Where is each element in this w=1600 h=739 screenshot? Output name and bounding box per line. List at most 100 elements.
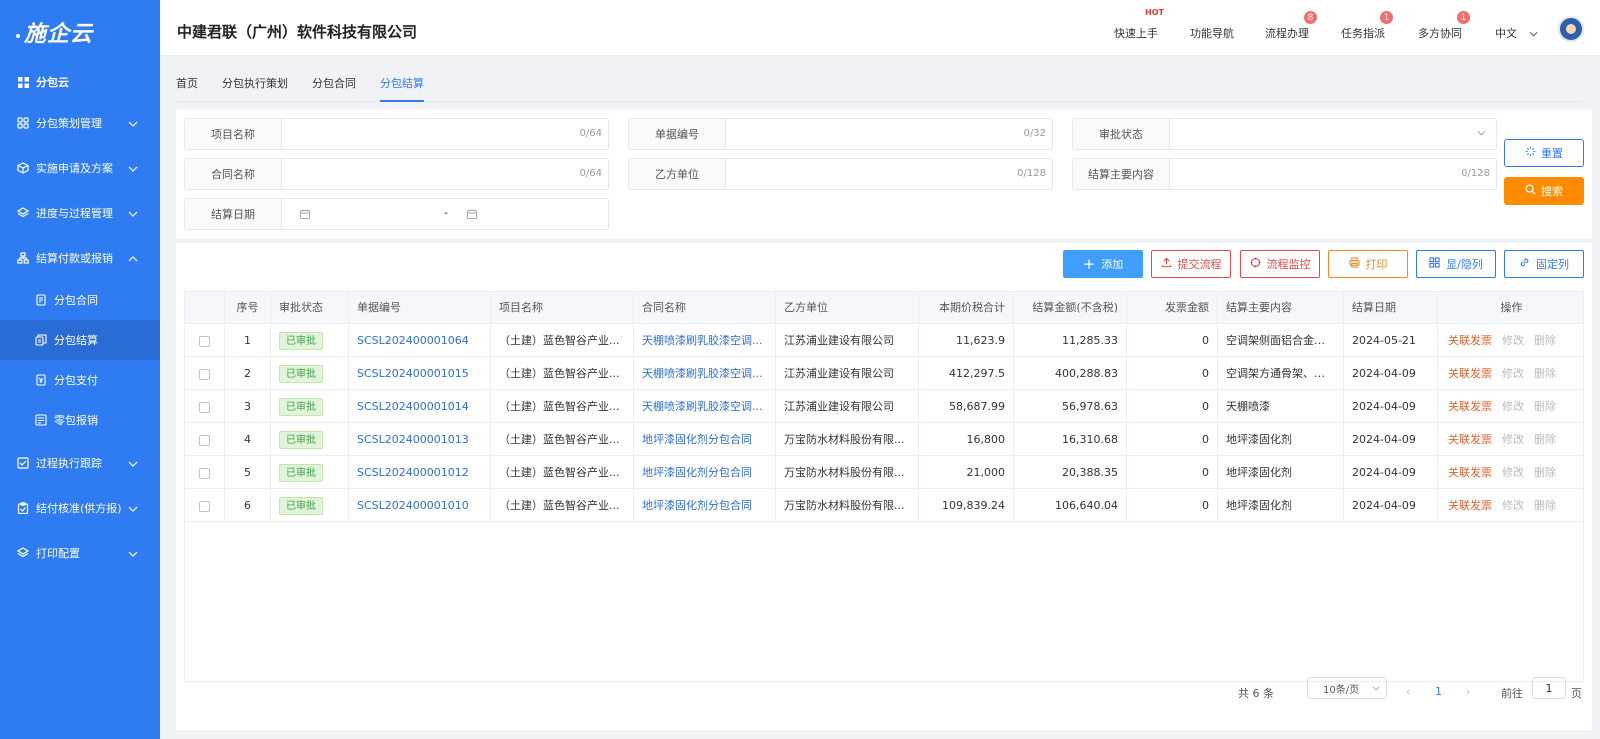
cell-doc[interactable]: SCSL202400001013 [349,423,491,456]
cell-doc[interactable]: SCSL202400001012 [349,456,491,489]
cell-doc[interactable]: SCSL202400001010 [349,489,491,522]
row-checkbox[interactable] [199,401,210,413]
cell-contract[interactable]: 天棚喷漆刷乳胶漆空调... [634,357,776,390]
toggle-columns-button[interactable]: 显/隐列 [1416,250,1496,278]
header-content: 结算主要内容 [1218,292,1344,324]
apps-icon [16,116,30,130]
fixed-columns-button[interactable]: 固定列 [1504,250,1584,278]
payment-icon [34,373,48,387]
cell-ops: 关联发票 修改 删除 [1438,456,1585,489]
table-row: 1 已审批 SCSL202400001064 （土建）蓝色智谷产业... 天棚喷漆刷乳胶… [185,324,1583,357]
sidebar-item-home[interactable]: 分包云 [0,64,160,100]
table-row: 3 已审批 SCSL202400001014 （土建）蓝色智谷产业... 天棚喷漆刷乳胶… [185,390,1583,423]
sidebar-subitem-payment[interactable]: 分包支付 [0,360,160,400]
link-invoice-button[interactable]: 关联发票 [1448,334,1492,347]
tab-home[interactable]: 首页 [176,75,198,91]
add-button[interactable]: + 添加 [1063,250,1143,278]
flow-monitor-button[interactable]: 流程监控 [1240,250,1320,278]
language-select[interactable]: 中文 [1495,25,1538,41]
cell-party: 江苏浦业建设有限公司 [776,324,919,357]
sidebar-item-progress[interactable]: 进度与过程管理 [0,190,160,235]
cell-party: 江苏浦业建设有限公司 [776,357,919,390]
row-checkbox[interactable] [199,434,210,446]
doc-no-input[interactable]: 0/32 [726,119,1052,149]
tab-settlement[interactable]: 分包结算 [380,75,424,91]
main-content-input[interactable]: 0/128 [1170,159,1496,189]
link-invoice-button[interactable]: 关联发票 [1448,466,1492,479]
collaboration-link[interactable]: 多方协同 1 [1418,11,1470,41]
delete-button[interactable]: 删除 [1534,433,1556,446]
row-checkbox[interactable] [199,500,210,512]
reset-icon [1525,146,1536,160]
user-avatar[interactable] [1558,16,1584,42]
delete-button[interactable]: 删除 [1534,466,1556,479]
sidebar-item-approval[interactable]: 结付核准(供方报) [0,485,160,530]
workflow-link[interactable]: 流程办理 8 [1265,11,1317,41]
submit-flow-button[interactable]: 提交流程 [1151,250,1231,278]
sidebar-subitem-reimburse[interactable]: 零包报销 [0,400,160,440]
next-page-icon[interactable]: › [1466,685,1470,698]
settle-date-range[interactable]: - [282,199,608,229]
task-assign-badge: 1 [1380,11,1393,24]
edit-button[interactable]: 修改 [1502,367,1524,380]
row-checkbox[interactable] [199,335,210,347]
edit-button[interactable]: 修改 [1502,433,1524,446]
page-size-select[interactable]: 10条/页 [1307,677,1387,699]
active-tab-indicator [380,100,424,102]
current-page[interactable]: 1 [1435,685,1442,698]
party-b-input[interactable]: 0/128 [726,159,1052,189]
row-checkbox[interactable] [199,368,210,380]
link-invoice-button[interactable]: 关联发票 [1448,499,1492,512]
edit-button[interactable]: 修改 [1502,400,1524,413]
cell-doc[interactable]: SCSL202400001064 [349,324,491,357]
cell-contract[interactable]: 天棚喷漆刷乳胶漆空调... [634,324,776,357]
delete-button[interactable]: 删除 [1534,400,1556,413]
reset-button[interactable]: 重置 [1504,139,1584,167]
link-invoice-button[interactable]: 关联发票 [1448,433,1492,446]
sidebar-item-planning[interactable]: 分包策划管理 [0,100,160,145]
doc-no-label: 单据编号 [629,119,726,149]
settle-date-field: 结算日期 - [184,198,609,230]
cell-contract[interactable]: 地坪漆固化剂分包合同 [634,423,776,456]
cell-contract[interactable]: 地坪漆固化剂分包合同 [634,489,776,522]
link-invoice-button[interactable]: 关联发票 [1448,367,1492,380]
chevron-down-icon [128,502,138,515]
tab-execution-planning[interactable]: 分包执行策划 [222,75,288,91]
cell-doc[interactable]: SCSL202400001014 [349,390,491,423]
project-name-input[interactable]: 0/64 [282,119,608,149]
sidebar-item-label: 分包策划管理 [36,116,102,130]
edit-button[interactable]: 修改 [1502,466,1524,479]
delete-button[interactable]: 删除 [1534,334,1556,347]
header-select-all[interactable] [185,292,225,324]
prev-page-icon[interactable]: ‹ [1406,685,1410,698]
sidebar-item-settlement[interactable]: 结算付款或报销 [0,235,160,280]
sidebar-item-label: 结付核准(供方报) [36,501,122,515]
edit-button[interactable]: 修改 [1502,334,1524,347]
logo[interactable]: 施企云 [0,0,160,64]
goto-page-input[interactable]: 1 [1532,677,1566,699]
contract-name-input[interactable]: 0/64 [282,159,608,189]
cell-contract[interactable]: 地坪漆固化剂分包合同 [634,456,776,489]
row-checkbox[interactable] [199,467,210,479]
sidebar-item-print-config[interactable]: 打印配置 [0,530,160,575]
quick-start-link[interactable]: 快速上手 HOT [1114,8,1164,41]
edit-button[interactable]: 修改 [1502,499,1524,512]
function-nav-link[interactable]: 功能导航 [1190,25,1234,41]
task-assign-label: 任务指派 [1341,27,1385,40]
search-button[interactable]: 搜索 [1504,177,1584,205]
sidebar-item-implementation[interactable]: 实施申请及方案 [0,145,160,190]
delete-button[interactable]: 删除 [1534,367,1556,380]
contract-name-count: 0/64 [579,168,602,179]
approval-status-select[interactable] [1170,119,1496,149]
cell-doc[interactable]: SCSL202400001015 [349,357,491,390]
cell-contract[interactable]: 天棚喷漆刷乳胶漆空调... [634,390,776,423]
delete-button[interactable]: 删除 [1534,499,1556,512]
sidebar-subitem-contract[interactable]: 分包合同 [0,280,160,320]
task-assign-link[interactable]: 任务指派 1 [1341,11,1393,41]
tab-subcontract[interactable]: 分包合同 [312,75,356,91]
sidebar-subitem-settlement[interactable]: 分包结算 [0,320,160,360]
sidebar-item-tracking[interactable]: 过程执行跟踪 [0,440,160,485]
link-invoice-button[interactable]: 关联发票 [1448,400,1492,413]
print-button[interactable]: 打印 [1328,250,1408,278]
cell-date: 2024-04-09 [1344,390,1438,423]
